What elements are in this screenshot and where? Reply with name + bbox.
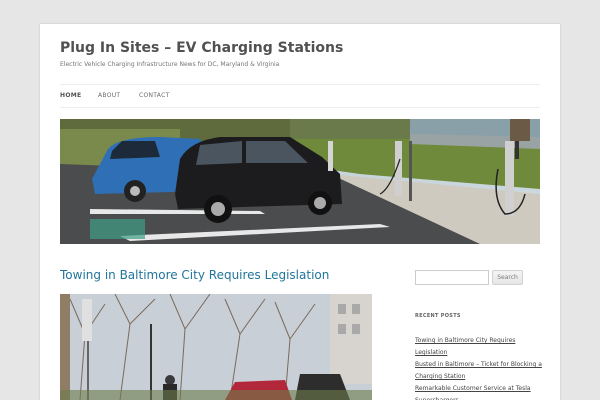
recent-post-link[interactable]: Towing in Baltimore City Requires Legisl… — [415, 337, 515, 356]
nav-item-contact[interactable]: CONTACT — [139, 92, 170, 99]
nav-item-home[interactable]: HOME — [60, 92, 81, 99]
header-image — [60, 119, 540, 244]
site-title[interactable]: Plug In Sites – EV Charging Stations — [60, 40, 343, 56]
page-container: Plug In Sites – EV Charging Stations Ele… — [40, 24, 560, 400]
site-description: Electric Vehicle Charging Infrastructure… — [60, 61, 280, 68]
list-item: Towing in Baltimore City Requires Legisl… — [415, 335, 545, 359]
recent-post-link[interactable]: Busted in Baltimore – Ticket for Blockin… — [415, 361, 542, 380]
post-title[interactable]: Towing in Baltimore City Requires Legisl… — [60, 268, 329, 282]
recent-posts-list: Towing in Baltimore City Requires Legisl… — [415, 335, 545, 400]
post-image — [60, 294, 372, 400]
search-input[interactable] — [415, 270, 489, 285]
recent-post-link[interactable]: Remarkable Customer Service at Tesla Sup… — [415, 385, 531, 400]
list-item: Remarkable Customer Service at Tesla Sup… — [415, 383, 545, 400]
main-navigation: HOME ABOUT CONTACT — [60, 84, 540, 108]
recent-posts-heading: RECENT POSTS — [415, 313, 461, 319]
search-button[interactable]: Search — [492, 270, 523, 285]
nav-item-about[interactable]: ABOUT — [98, 92, 120, 99]
list-item: Busted in Baltimore – Ticket for Blockin… — [415, 359, 545, 383]
